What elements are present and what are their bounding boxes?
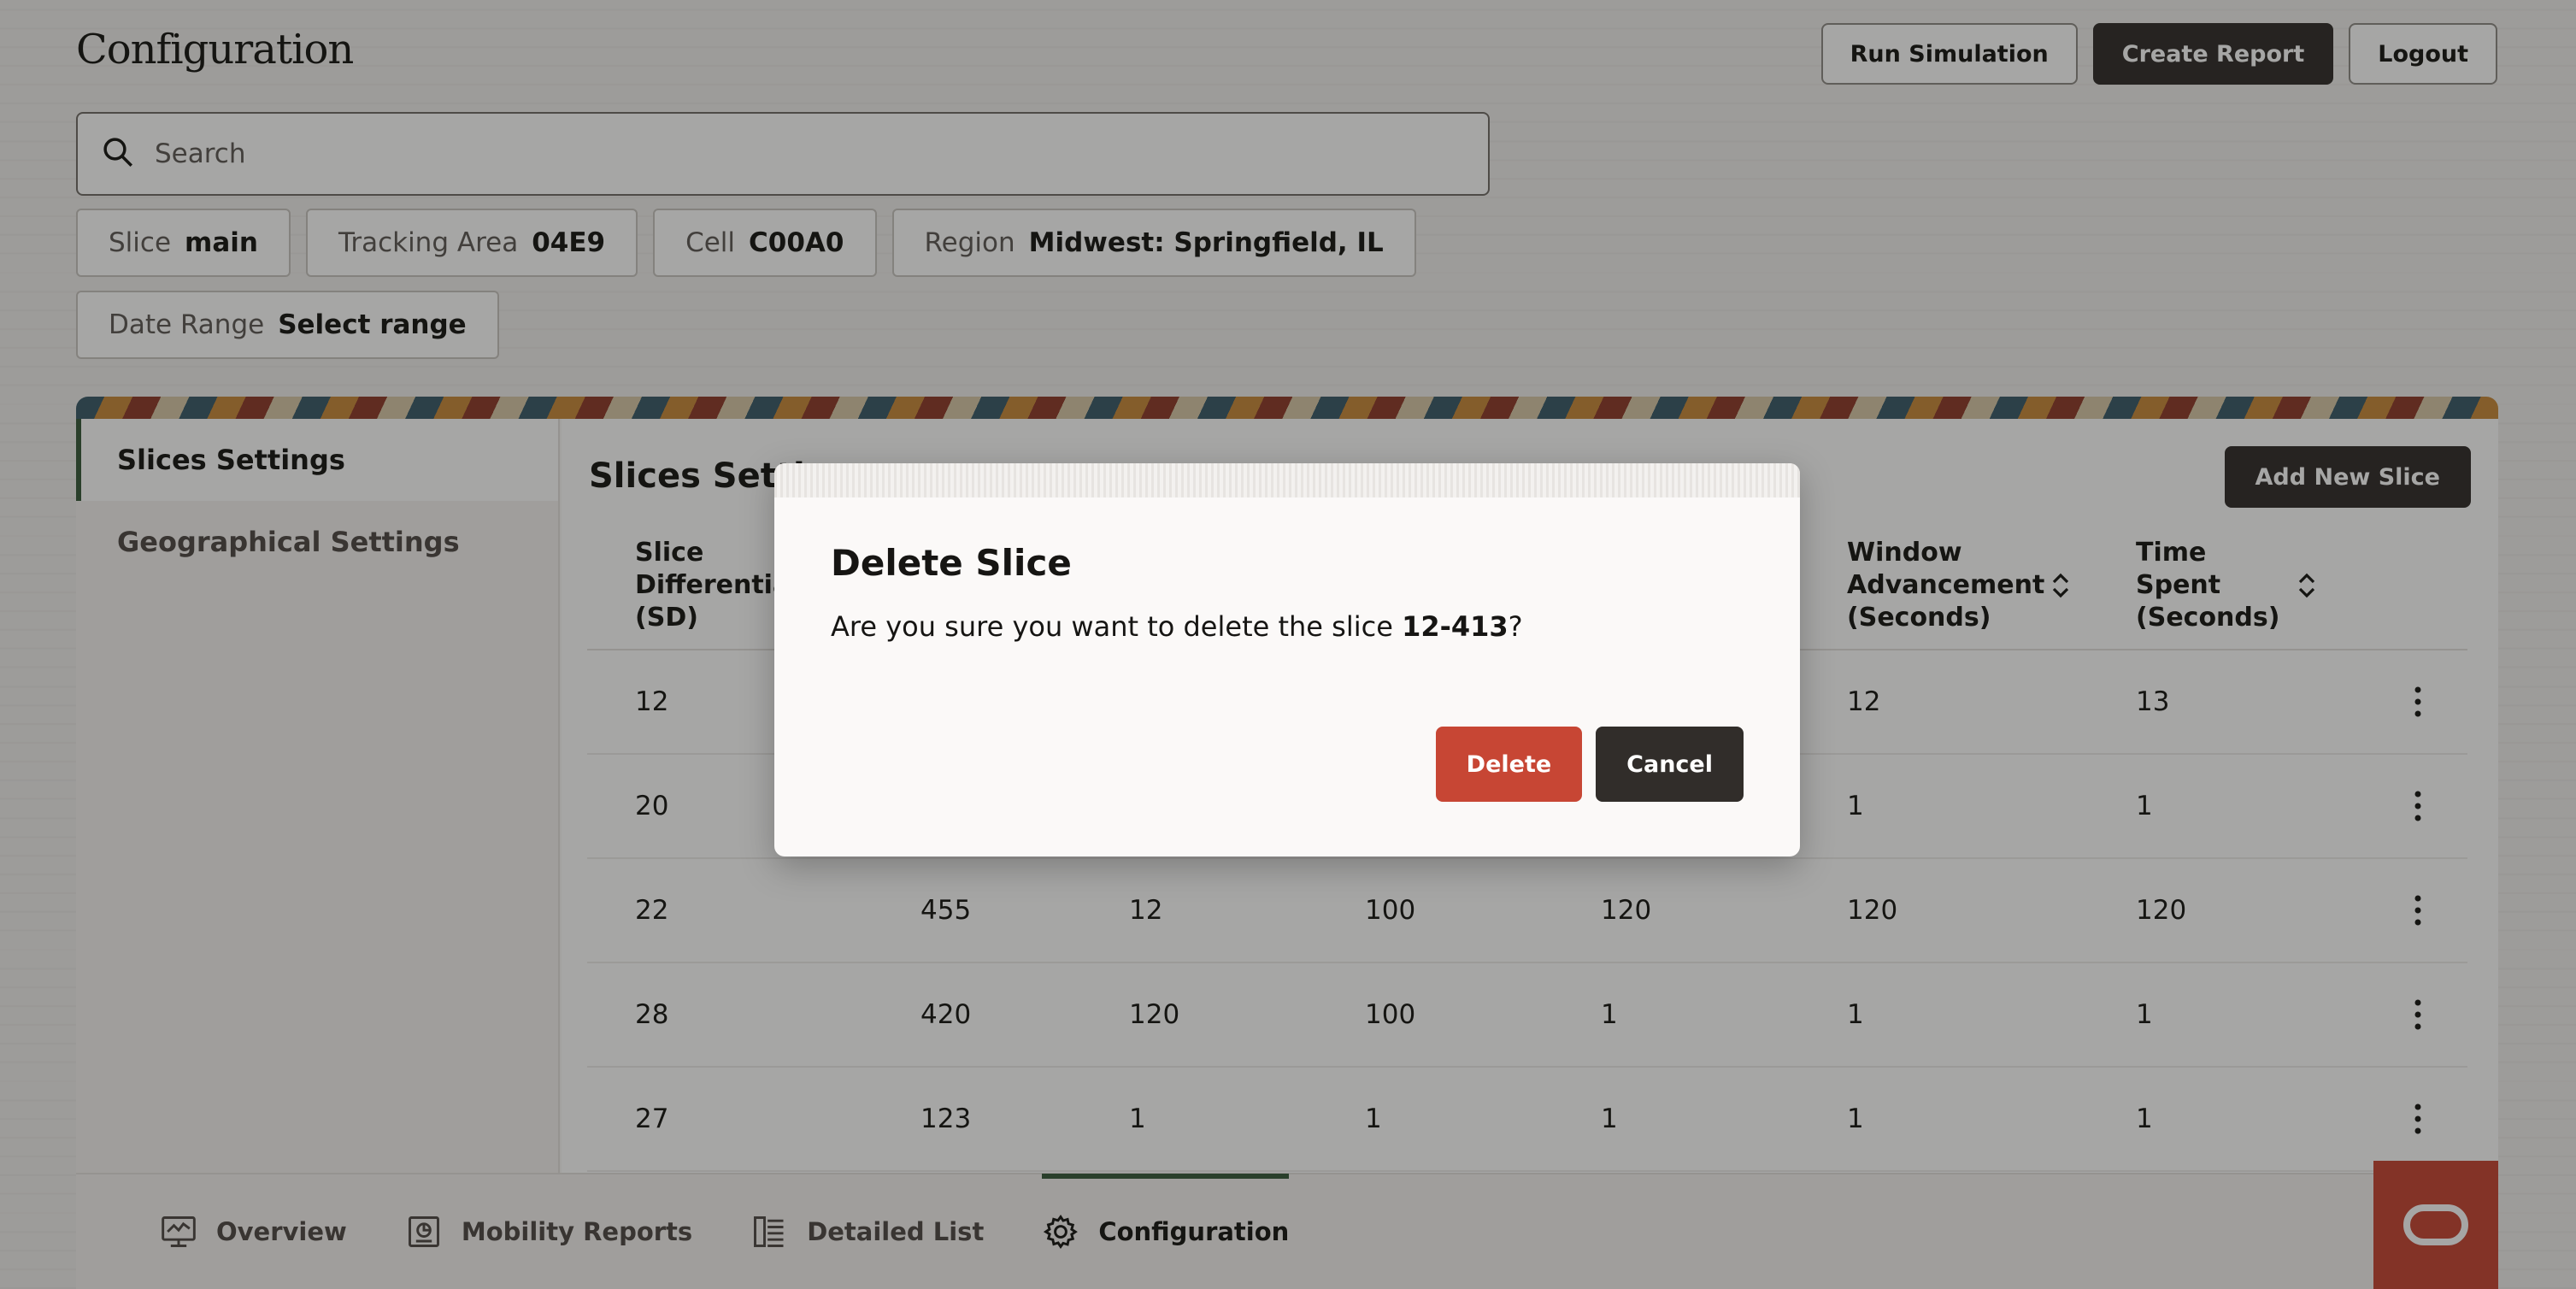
dialog-actions: Delete Cancel: [1435, 727, 1744, 802]
cancel-button[interactable]: Cancel: [1596, 727, 1744, 802]
dialog-header-strip: [774, 463, 1800, 497]
dialog-slice-id: 12-413: [1402, 610, 1509, 643]
dialog-message-text: Are you sure you want to delete the slic…: [831, 610, 1403, 643]
dialog-title: Delete Slice: [831, 542, 1072, 584]
delete-button[interactable]: Delete: [1435, 727, 1583, 802]
dialog-message: Are you sure you want to delete the slic…: [831, 610, 1523, 643]
dialog-message-suffix: ?: [1508, 610, 1523, 643]
delete-slice-dialog: Delete Slice Are you sure you want to de…: [774, 463, 1800, 856]
